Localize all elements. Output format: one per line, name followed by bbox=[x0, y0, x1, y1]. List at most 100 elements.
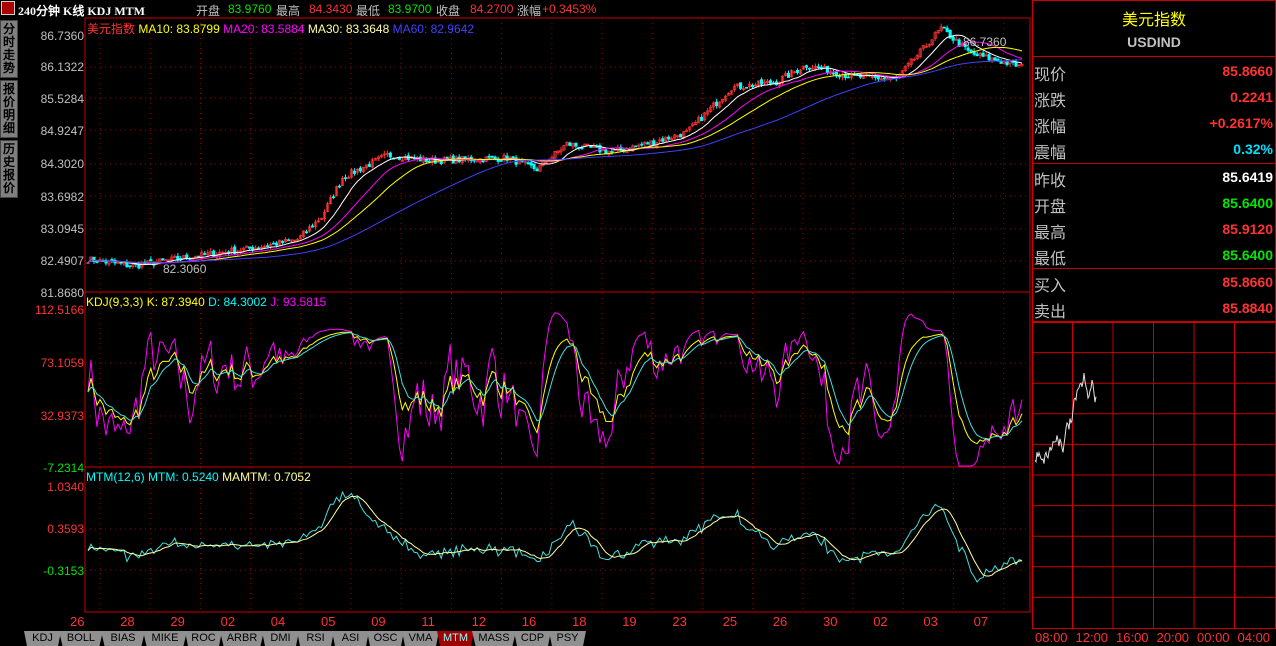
candle bbox=[679, 133, 683, 138]
indicator-tab-mike[interactable]: MIKE bbox=[143, 631, 187, 646]
candle bbox=[487, 155, 491, 158]
candle bbox=[975, 53, 979, 57]
indicator-tab-boll[interactable]: BOLL bbox=[59, 631, 103, 646]
quote-value: 85.8840 bbox=[1222, 300, 1273, 316]
date-label: 19 bbox=[622, 614, 637, 629]
quote-row: 卖出 85.8840 bbox=[1033, 295, 1275, 321]
candle bbox=[634, 145, 638, 148]
candle bbox=[116, 262, 120, 264]
candle bbox=[161, 258, 165, 261]
quote-label: 昨收 bbox=[1034, 173, 1067, 190]
indicator-tab-asi[interactable]: ASI bbox=[332, 631, 369, 646]
time-label: 00:00 bbox=[1197, 630, 1230, 645]
candle bbox=[1014, 61, 1018, 67]
candle bbox=[185, 254, 189, 259]
indicator-tab-arbr[interactable]: ARBR bbox=[220, 631, 264, 646]
date-label: 29 bbox=[170, 614, 185, 629]
candle bbox=[176, 255, 180, 261]
indicator-tab-vma[interactable]: VMA bbox=[402, 631, 439, 646]
indicator-tab-bias[interactable]: BIAS bbox=[101, 631, 145, 646]
candle bbox=[287, 239, 291, 242]
k-line bbox=[87, 331, 1023, 445]
date-label: 05 bbox=[321, 614, 336, 629]
date-label: 11 bbox=[421, 614, 435, 629]
candle bbox=[837, 75, 841, 78]
date-label: 02 bbox=[220, 614, 236, 629]
date-label: 09 bbox=[371, 614, 386, 629]
candle bbox=[266, 245, 270, 248]
candle bbox=[760, 79, 764, 85]
quote-value: 85.6419 bbox=[1222, 169, 1273, 185]
instrument-name: 美元指数 bbox=[87, 22, 136, 36]
intraday-mini-chart[interactable]: 08:00 12:00 16:00 20:00 00:00 04:00 bbox=[1032, 322, 1276, 646]
indicator-tab-mtm[interactable]: MTM bbox=[437, 631, 474, 646]
indicator-tab-osc[interactable]: OSC bbox=[367, 631, 404, 646]
high-marker: 86.7360 bbox=[963, 35, 1007, 49]
candle bbox=[846, 76, 850, 79]
candle bbox=[667, 136, 671, 140]
quote-row: 涨跌 0.2241 bbox=[1033, 84, 1275, 110]
date-label: 16 bbox=[521, 614, 537, 629]
candle bbox=[739, 82, 743, 89]
indicator-tab-kdj[interactable]: KDJ bbox=[24, 631, 61, 646]
candle bbox=[700, 116, 704, 122]
quote-row: 涨幅 +0.2617% bbox=[1033, 110, 1275, 136]
low-marker: 82.3060 bbox=[163, 262, 207, 276]
indicator-tab-psy[interactable]: PSY bbox=[549, 631, 586, 646]
candle bbox=[310, 225, 315, 228]
candle bbox=[981, 52, 985, 57]
quote-label: 震幅 bbox=[1034, 145, 1067, 162]
candle bbox=[745, 86, 749, 89]
j-line bbox=[87, 312, 1023, 467]
candle bbox=[661, 138, 665, 142]
k-value: K: 87.3940 bbox=[146, 295, 205, 309]
candle bbox=[568, 142, 572, 146]
candle bbox=[640, 143, 644, 146]
candle bbox=[795, 70, 800, 74]
j-value: J: 93.5815 bbox=[270, 295, 327, 309]
indicator-tab-roc[interactable]: ROC bbox=[185, 631, 222, 646]
quote-row: 最高 85.9120 bbox=[1033, 216, 1275, 242]
quote-code: USDIND bbox=[1127, 34, 1181, 50]
indicator-tab-rsi[interactable]: RSI bbox=[297, 631, 334, 646]
date-label: 02 bbox=[873, 614, 888, 629]
d-line bbox=[87, 332, 1023, 440]
candle bbox=[610, 151, 614, 153]
candle bbox=[337, 185, 342, 188]
candle bbox=[786, 72, 791, 78]
quote-label: 涨幅 bbox=[1034, 119, 1067, 136]
intraday-price-line bbox=[1034, 373, 1097, 464]
candle bbox=[951, 36, 955, 41]
candle bbox=[427, 160, 431, 163]
time-label: 04:00 bbox=[1238, 630, 1271, 645]
price-legend: 美元指数 MA10: 83.8799 MA20: 83.5884 MA30: 8… bbox=[87, 20, 474, 37]
candle bbox=[532, 163, 536, 169]
quote-value: 85.6400 bbox=[1222, 247, 1273, 263]
indicator-tab-dmi[interactable]: DMI bbox=[262, 631, 299, 646]
quote-label: 买入 bbox=[1034, 278, 1067, 295]
quote-panel: 美元指数 USDIND 现价 85.8660 涨跌 0.2241 涨幅 +0.2617% 震… bbox=[1032, 0, 1276, 322]
candle bbox=[331, 196, 336, 199]
mtm-value: MTM: 0.5240 bbox=[148, 470, 219, 484]
candle bbox=[942, 26, 946, 29]
quote-row: 最低 85.6400 bbox=[1033, 242, 1275, 268]
date-label: 30 bbox=[823, 614, 838, 629]
kline-chart[interactable] bbox=[0, 0, 1032, 646]
candle bbox=[367, 163, 371, 167]
candle bbox=[149, 259, 153, 262]
mtm-title: MTM(12,6) bbox=[86, 470, 145, 484]
kdj-title: KDJ(9,3,3) bbox=[86, 295, 144, 309]
panel-frame bbox=[84, 17, 1031, 293]
indicator-tab-cdp[interactable]: CDP bbox=[514, 631, 551, 646]
ma20-value: MA20: 83.5884 bbox=[223, 22, 305, 36]
quote-label: 涨跌 bbox=[1034, 93, 1067, 110]
candle bbox=[526, 162, 530, 165]
date-label: 23 bbox=[672, 614, 687, 629]
candle bbox=[873, 76, 877, 78]
quote-label: 卖出 bbox=[1034, 304, 1067, 321]
candle bbox=[499, 160, 503, 162]
quote-row: 买入 85.8660 bbox=[1033, 269, 1275, 295]
indicator-tab-mass[interactable]: MASS bbox=[472, 631, 516, 646]
candle bbox=[999, 60, 1003, 64]
candle bbox=[128, 265, 132, 268]
